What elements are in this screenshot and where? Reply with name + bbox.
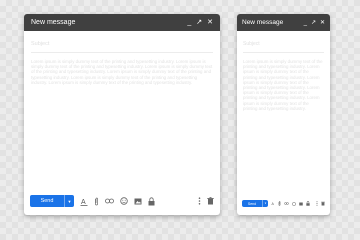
svg-text:A: A — [81, 199, 86, 206]
close-icon[interactable]: ✕ — [320, 20, 325, 26]
compose-titlebar: New message _ ↗ ✕ — [24, 14, 220, 31]
minimize-icon[interactable]: _ — [187, 19, 191, 26]
compose-toolbar: Send ▼ A — [24, 195, 220, 207]
send-button-label: Send — [40, 198, 54, 204]
compose-titlebar: New message _ ↗ ✕ — [237, 14, 330, 31]
attach-icon[interactable] — [94, 197, 99, 206]
format-text-icon[interactable]: A — [80, 197, 88, 206]
close-icon[interactable]: ✕ — [207, 19, 213, 26]
send-options-icon[interactable]: ▼ — [262, 200, 268, 207]
compose-window-small: New message _ ↗ ✕ Subject Lorem ipsum is… — [237, 14, 330, 215]
delete-icon[interactable] — [321, 201, 325, 206]
svg-text:A: A — [272, 202, 275, 206]
more-options-icon[interactable] — [198, 197, 201, 205]
compose-title: New message — [242, 19, 284, 26]
link-icon[interactable] — [105, 198, 114, 204]
subject-field[interactable]: Subject — [243, 41, 324, 53]
more-options-icon[interactable] — [316, 201, 318, 206]
compose-title: New message — [31, 19, 76, 26]
send-button[interactable]: Send ▼ — [30, 195, 74, 207]
window-controls: _ ↗ ✕ — [304, 20, 325, 26]
lock-icon[interactable] — [306, 201, 310, 206]
message-body[interactable]: Lorem ipsum is simply dummy text of the … — [31, 59, 213, 85]
message-body[interactable]: Lorem ipsum is simply dummy text of the … — [243, 59, 324, 111]
image-icon[interactable] — [299, 202, 303, 206]
attach-icon[interactable] — [278, 201, 281, 206]
subject-field[interactable]: Subject — [31, 41, 213, 53]
emoji-icon[interactable] — [292, 201, 296, 206]
send-button[interactable]: Send ▼ — [242, 200, 268, 207]
compose-toolbar: Send ▼ A — [237, 200, 330, 207]
send-options-icon[interactable]: ▼ — [64, 195, 74, 207]
minimize-icon[interactable]: _ — [304, 20, 307, 26]
format-text-icon[interactable]: A — [271, 201, 275, 206]
expand-icon[interactable]: ↗ — [311, 20, 316, 26]
send-button-label: Send — [247, 201, 257, 206]
compose-window-large: New message _ ↗ ✕ Subject Lorem ipsum is… — [24, 14, 220, 215]
lock-icon[interactable] — [148, 196, 155, 206]
expand-icon[interactable]: ↗ — [196, 19, 202, 26]
delete-icon[interactable] — [207, 197, 214, 205]
emoji-icon[interactable] — [120, 197, 128, 205]
image-icon[interactable] — [134, 198, 142, 205]
window-controls: _ ↗ ✕ — [187, 19, 213, 26]
link-icon[interactable] — [284, 202, 289, 205]
